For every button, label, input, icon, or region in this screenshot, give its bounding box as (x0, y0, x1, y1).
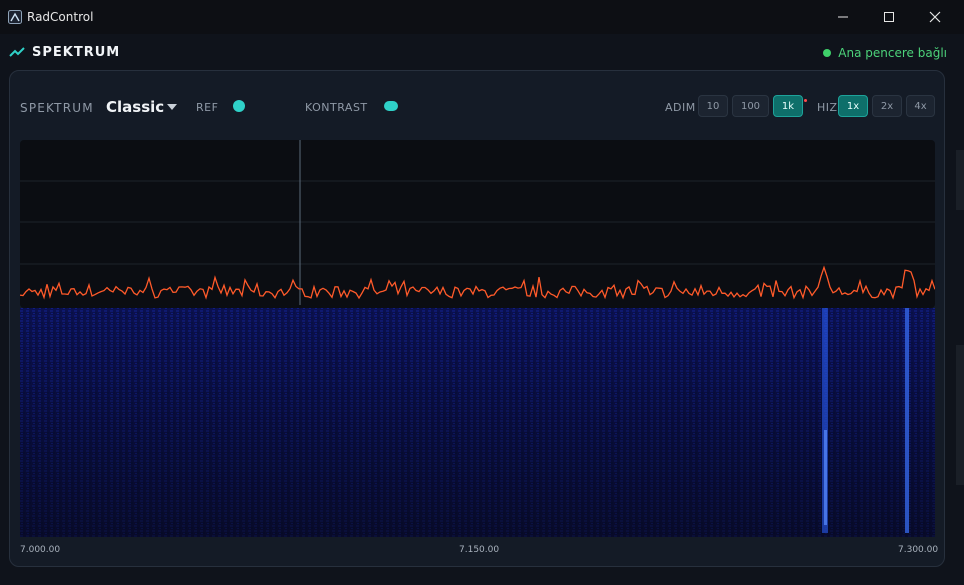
mode-select[interactable]: Classic (106, 98, 164, 116)
section-title: SPEKTRUM (32, 45, 121, 60)
spectrum-display[interactable] (20, 140, 935, 537)
title-bar: RadControl (0, 0, 964, 34)
status-text: Ana pencere bağlı (838, 46, 947, 60)
speed-button-4x[interactable]: 4x (906, 95, 935, 117)
section-header (0, 34, 964, 70)
status-dot (823, 49, 832, 57)
indicator-dot (804, 99, 807, 102)
freq-start-label: 7.000.00 (20, 545, 61, 555)
minimize-icon (838, 16, 848, 18)
step-button-100[interactable]: 100 (732, 95, 769, 117)
connection-status: Ana pencere bağlı (823, 46, 947, 60)
step-button-1k[interactable]: 1k (773, 95, 803, 117)
contrast-slider[interactable] (384, 101, 398, 111)
ref-knob[interactable] (233, 100, 245, 112)
window-edge (956, 150, 964, 210)
contrast-label: KONTRAST (305, 101, 368, 114)
speed-label: HIZ (817, 101, 838, 114)
waterfall-signal-trace (905, 308, 909, 533)
minimize-button[interactable] (820, 0, 866, 34)
window-title: RadControl (27, 10, 94, 24)
maximize-icon (884, 12, 894, 22)
step-label: ADIM (665, 101, 696, 114)
spectrum-label: SPEKTRUM (20, 101, 94, 115)
app-logo-icon (8, 10, 22, 24)
close-button[interactable] (912, 0, 958, 34)
speed-button-2x[interactable]: 2x (872, 95, 902, 117)
step-button-10[interactable]: 10 (698, 95, 728, 117)
spectrum-plot-area (20, 140, 935, 308)
freq-mid-label: 7.150.00 (459, 545, 500, 555)
close-icon (929, 11, 941, 23)
chevron-down-icon[interactable] (167, 104, 177, 110)
speed-button-1x[interactable]: 1x (838, 95, 868, 117)
waterfall-signal-trace (824, 430, 827, 525)
waterfall-shade (20, 308, 935, 537)
window-edge (956, 345, 964, 485)
ref-label: REF (196, 101, 219, 114)
freq-end-label: 7.300.00 (898, 545, 939, 555)
maximize-button[interactable] (866, 0, 912, 34)
trend-icon (9, 47, 25, 57)
